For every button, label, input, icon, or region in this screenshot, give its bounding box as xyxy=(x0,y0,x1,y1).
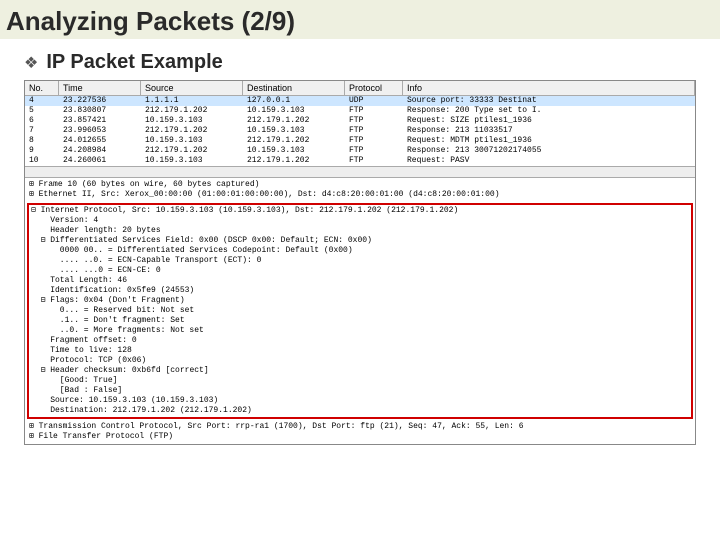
ip-detail-line[interactable]: ..0. = More fragments: Not set xyxy=(31,326,689,336)
packet-row[interactable]: 423.2275361.1.1.1127.0.0.1UDPSource port… xyxy=(25,96,695,106)
cell-info: Request: MDTM ptiles1_1936 xyxy=(403,136,695,146)
cell-time: 23.996053 xyxy=(59,126,141,136)
packet-row[interactable]: 924.208984212.179.1.20210.159.3.103FTPRe… xyxy=(25,146,695,156)
packet-row[interactable]: 523.830807212.179.1.20210.159.3.103FTPRe… xyxy=(25,106,695,116)
cell-proto: FTP xyxy=(345,156,403,166)
col-info[interactable]: Info xyxy=(403,81,695,95)
cell-proto: FTP xyxy=(345,136,403,146)
cell-info: Request: SIZE ptiles1_1936 xyxy=(403,116,695,126)
ip-detail-line[interactable]: ⊟ Internet Protocol, Src: 10.159.3.103 (… xyxy=(31,206,689,216)
subtitle: IP Packet Example xyxy=(46,51,222,74)
detail-frame[interactable]: ⊞ Frame 10 (60 bytes on wire, 60 bytes c… xyxy=(29,180,691,190)
bullet-diamond-icon: ❖ xyxy=(24,53,38,73)
col-destination[interactable]: Destination xyxy=(243,81,345,95)
cell-dst: 127.0.0.1 xyxy=(243,96,345,106)
slide-title: Analyzing Packets (2/9) xyxy=(6,6,710,37)
ip-detail-line[interactable]: [Bad : False] xyxy=(31,386,689,396)
packet-detail-bottom[interactable]: ⊞ Transmission Control Protocol, Src Por… xyxy=(25,420,695,444)
cell-proto: FTP xyxy=(345,146,403,156)
cell-info: Response: 200 Type set to I. xyxy=(403,106,695,116)
slide-title-bar: Analyzing Packets (2/9) xyxy=(0,0,720,39)
cell-src: 1.1.1.1 xyxy=(141,96,243,106)
ip-detail-line[interactable]: Identification: 0x5fe9 (24553) xyxy=(31,286,689,296)
subtitle-row: ❖ IP Packet Example xyxy=(0,39,720,80)
cell-no: 9 xyxy=(25,146,59,156)
ip-detail-line[interactable]: 0... = Reserved bit: Not set xyxy=(31,306,689,316)
cell-src: 212.179.1.202 xyxy=(141,106,243,116)
cell-dst: 10.159.3.103 xyxy=(243,106,345,116)
cell-time: 23.857421 xyxy=(59,116,141,126)
cell-proto: FTP xyxy=(345,116,403,126)
wireshark-panel: No. Time Source Destination Protocol Inf… xyxy=(24,80,696,445)
cell-time: 23.830807 xyxy=(59,106,141,116)
detail-ethernet[interactable]: ⊞ Ethernet II, Src: Xerox_00:00:00 (01:0… xyxy=(29,190,691,200)
cell-src: 10.159.3.103 xyxy=(141,156,243,166)
col-source[interactable]: Source xyxy=(141,81,243,95)
ip-detail-line[interactable]: ⊟ Header checksum: 0xb6fd [correct] xyxy=(31,366,689,376)
packet-row[interactable]: 623.85742110.159.3.103212.179.1.202FTPRe… xyxy=(25,116,695,126)
cell-proto: FTP xyxy=(345,106,403,116)
ip-detail-line[interactable]: Total Length: 46 xyxy=(31,276,689,286)
scrollbar-horizontal[interactable] xyxy=(25,166,695,178)
cell-dst: 212.179.1.202 xyxy=(243,136,345,146)
cell-time: 24.208984 xyxy=(59,146,141,156)
ip-detail-line[interactable]: Version: 4 xyxy=(31,216,689,226)
cell-no: 4 xyxy=(25,96,59,106)
ip-detail-line[interactable]: Fragment offset: 0 xyxy=(31,336,689,346)
cell-dst: 10.159.3.103 xyxy=(243,146,345,156)
ip-detail-line[interactable]: .... ...0 = ECN-CE: 0 xyxy=(31,266,689,276)
col-time[interactable]: Time xyxy=(59,81,141,95)
ip-detail-line[interactable]: Source: 10.159.3.103 (10.159.3.103) xyxy=(31,396,689,406)
cell-time: 24.260061 xyxy=(59,156,141,166)
cell-proto: UDP xyxy=(345,96,403,106)
cell-src: 212.179.1.202 xyxy=(141,126,243,136)
cell-no: 6 xyxy=(25,116,59,126)
cell-src: 10.159.3.103 xyxy=(141,116,243,126)
packet-list[interactable]: 423.2275361.1.1.1127.0.0.1UDPSource port… xyxy=(25,96,695,166)
detail-ftp[interactable]: ⊞ File Transfer Protocol (FTP) xyxy=(29,432,691,442)
ip-detail-line[interactable]: .1.. = Don't fragment: Set xyxy=(31,316,689,326)
cell-info: Request: PASV xyxy=(403,156,695,166)
col-no[interactable]: No. xyxy=(25,81,59,95)
cell-src: 212.179.1.202 xyxy=(141,146,243,156)
ip-header-highlight[interactable]: ⊟ Internet Protocol, Src: 10.159.3.103 (… xyxy=(27,203,693,419)
packet-row[interactable]: 824.01265510.159.3.103212.179.1.202FTPRe… xyxy=(25,136,695,146)
col-protocol[interactable]: Protocol xyxy=(345,81,403,95)
cell-info: Source port: 33333 Destinat xyxy=(403,96,695,106)
packet-row[interactable]: 723.996053212.179.1.20210.159.3.103FTPRe… xyxy=(25,126,695,136)
detail-tcp[interactable]: ⊞ Transmission Control Protocol, Src Por… xyxy=(29,422,691,432)
cell-src: 10.159.3.103 xyxy=(141,136,243,146)
ip-detail-line[interactable]: Header length: 20 bytes xyxy=(31,226,689,236)
cell-info: Response: 213 11033517 xyxy=(403,126,695,136)
ip-detail-line[interactable]: [Good: True] xyxy=(31,376,689,386)
cell-no: 5 xyxy=(25,106,59,116)
packet-list-header[interactable]: No. Time Source Destination Protocol Inf… xyxy=(25,81,695,96)
ip-detail-line[interactable]: 0000 00.. = Differentiated Services Code… xyxy=(31,246,689,256)
packet-detail-top[interactable]: ⊞ Frame 10 (60 bytes on wire, 60 bytes c… xyxy=(25,178,695,202)
packet-row[interactable]: 1024.26006110.159.3.103212.179.1.202FTPR… xyxy=(25,156,695,166)
cell-time: 23.227536 xyxy=(59,96,141,106)
cell-proto: FTP xyxy=(345,126,403,136)
cell-dst: 10.159.3.103 xyxy=(243,126,345,136)
cell-no: 8 xyxy=(25,136,59,146)
cell-time: 24.012655 xyxy=(59,136,141,146)
ip-detail-line[interactable]: .... ..0. = ECN-Capable Transport (ECT):… xyxy=(31,256,689,266)
ip-detail-line[interactable]: ⊟ Flags: 0x04 (Don't Fragment) xyxy=(31,296,689,306)
cell-dst: 212.179.1.202 xyxy=(243,116,345,126)
cell-info: Response: 213 30071202174055 xyxy=(403,146,695,156)
cell-no: 10 xyxy=(25,156,59,166)
ip-detail-line[interactable]: Time to live: 128 xyxy=(31,346,689,356)
ip-detail-line[interactable]: Protocol: TCP (0x06) xyxy=(31,356,689,366)
cell-no: 7 xyxy=(25,126,59,136)
cell-dst: 212.179.1.202 xyxy=(243,156,345,166)
ip-detail-line[interactable]: ⊟ Differentiated Services Field: 0x00 (D… xyxy=(31,236,689,246)
ip-detail-line[interactable]: Destination: 212.179.1.202 (212.179.1.20… xyxy=(31,406,689,416)
